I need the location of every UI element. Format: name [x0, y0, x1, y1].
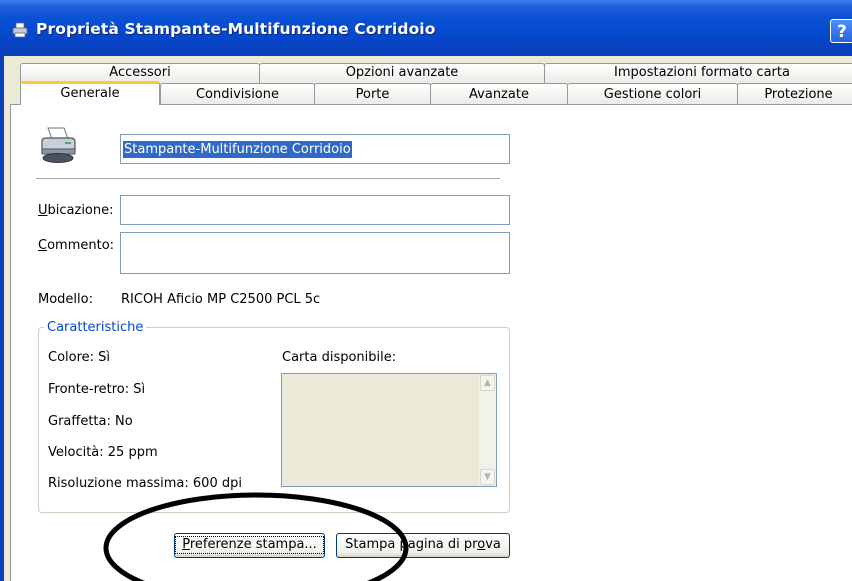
paper-list-scrollbar[interactable]: ▲ ▼: [479, 374, 496, 486]
tab-label: Protezione: [764, 87, 833, 102]
print-test-page-button[interactable]: Stampa pagina di prova: [336, 533, 510, 558]
tab-label: Generale: [60, 86, 120, 101]
chevron-up-icon[interactable]: ▲: [480, 375, 495, 391]
printer-properties-dialog: Proprietà Stampante-Multifunzione Corrid…: [0, 0, 852, 581]
model-value: RICOH Aficio MP C2500 PCL 5c: [121, 292, 321, 307]
location-label: Ubicazione:: [38, 203, 114, 218]
window-frame: [0, 56, 4, 581]
window-title: Proprietà Stampante-Multifunzione Corrid…: [36, 20, 436, 38]
title-bar[interactable]: Proprietà Stampante-Multifunzione Corrid…: [0, 0, 852, 56]
paper-available-list[interactable]: ▲ ▼: [281, 373, 497, 487]
tab-label: Accessori: [109, 65, 171, 80]
printer-name-text: Stampante-Multifunzione Corridoio: [123, 141, 352, 158]
tab-avanzate[interactable]: Avanzate: [430, 83, 568, 104]
model-label: Modello:: [38, 292, 93, 307]
print-preferences-button[interactable]: Preferenze stampa...: [174, 533, 325, 558]
chevron-down-icon[interactable]: ▼: [480, 469, 495, 485]
tab-label: Gestione colori: [603, 87, 702, 102]
tab-condivisione[interactable]: Condivisione: [160, 83, 315, 104]
paper-available-label: Carta disponibile:: [282, 350, 397, 365]
print-preferences-label: Preferenze stampa...: [175, 536, 324, 554]
printer-name-field[interactable]: Stampante-Multifunzione Corridoio: [120, 134, 510, 164]
tab-porte[interactable]: Porte: [314, 83, 431, 104]
tab-accessori[interactable]: Accessori: [20, 63, 260, 83]
feature-staple: Graffetta: No: [48, 414, 133, 429]
comment-label: Commento:: [38, 238, 115, 253]
separator: [36, 178, 500, 180]
help-button[interactable]: ?: [830, 19, 852, 43]
tab-label: Porte: [355, 87, 390, 102]
tab-impostazioni-formato-carta[interactable]: Impostazioni formato carta: [544, 63, 852, 83]
feature-speed: Velocità: 25 ppm: [48, 445, 158, 460]
tab-opzioni-avanzate[interactable]: Opzioni avanzate: [259, 63, 545, 83]
tab-label: Condivisione: [195, 87, 279, 102]
comment-field[interactable]: [120, 232, 510, 274]
location-field[interactable]: [120, 195, 510, 225]
printer-icon: [12, 22, 28, 38]
feature-duplex: Fronte-retro: Sì: [48, 382, 146, 397]
print-test-page-label: Stampa pagina di prova: [345, 537, 501, 552]
tab-protezione[interactable]: Protezione: [737, 83, 852, 104]
tab-label: Avanzate: [469, 87, 529, 102]
tab-label: Opzioni avanzate: [345, 65, 459, 80]
tab-generale[interactable]: Generale: [20, 81, 160, 105]
features-legend: Caratteristiche: [44, 320, 147, 335]
feature-max-resolution: Risoluzione massima: 600 dpi: [48, 476, 242, 491]
feature-color: Colore: Sì: [48, 350, 111, 365]
printer-icon: [41, 127, 76, 163]
tab-label: Impostazioni formato carta: [614, 65, 790, 80]
tab-gestione-colori[interactable]: Gestione colori: [567, 83, 738, 104]
